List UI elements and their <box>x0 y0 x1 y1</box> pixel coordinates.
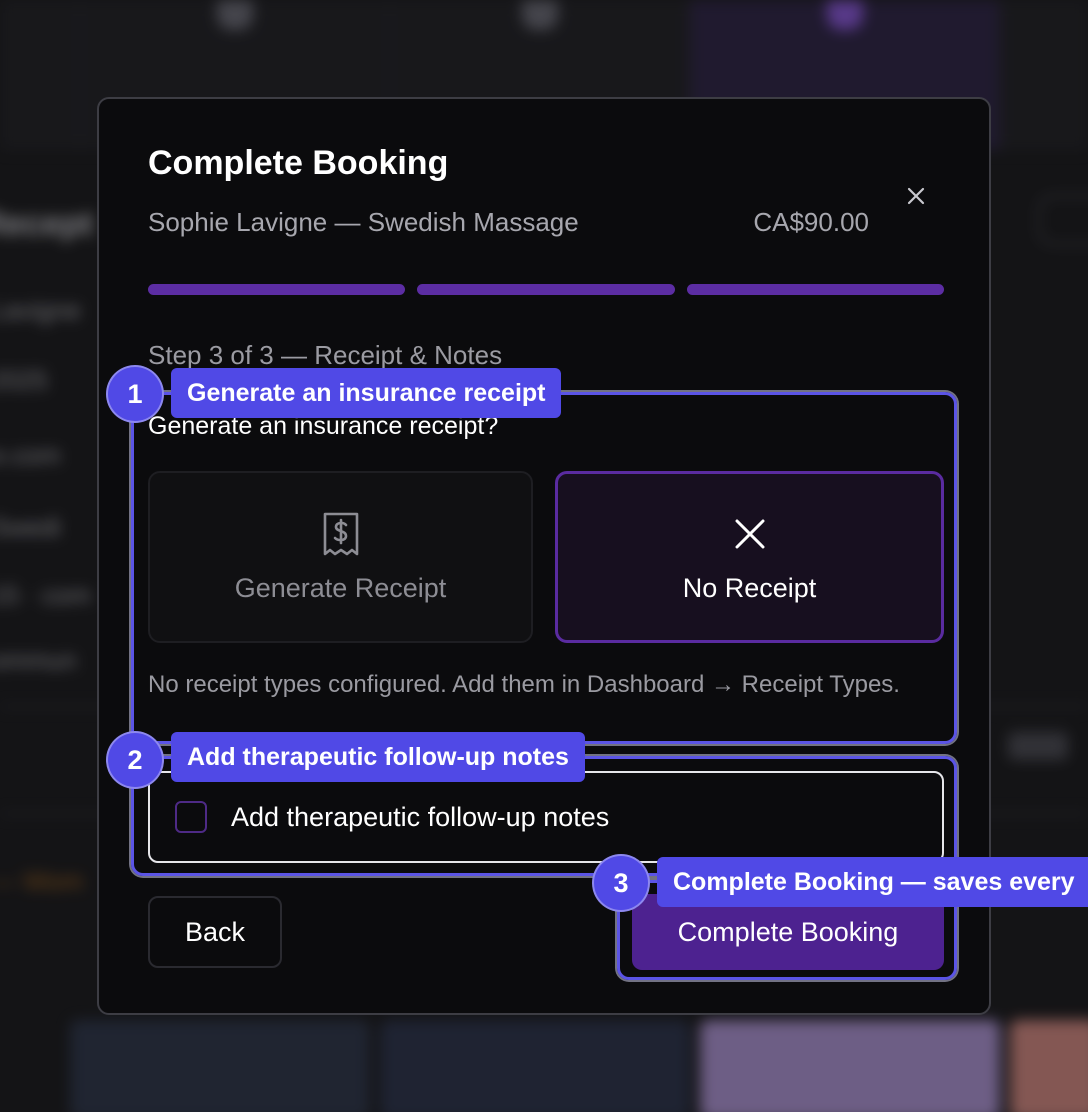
background-card <box>700 1020 1000 1112</box>
background-text: Swedi <box>0 512 61 542</box>
annotation-badge-1: 1 <box>106 365 164 423</box>
annotation-callout-3: Complete Booking — saves every <box>657 857 1088 907</box>
background-text: — Wom <box>0 866 84 896</box>
booking-client-service: Sophie Lavigne — Swedish Massage <box>148 207 579 237</box>
followup-notes-checkbox[interactable] <box>175 801 207 833</box>
generate-receipt-label: Generate Receipt <box>234 572 447 603</box>
background-pill <box>1038 195 1088 245</box>
background-text: 15 · com <box>0 580 92 610</box>
background-card <box>1010 1020 1088 1112</box>
back-button[interactable]: Back <box>148 896 282 968</box>
background-heading: Recept <box>0 205 94 243</box>
step-progress-bar <box>148 284 944 295</box>
close-icon <box>907 187 925 205</box>
background-text: ommun <box>0 645 77 675</box>
booking-price: CA$90.00 <box>753 207 869 237</box>
progress-segment <box>417 284 675 295</box>
no-receipt-option[interactable]: No Receipt <box>555 471 944 643</box>
x-icon <box>735 519 764 548</box>
annotation-badge-2: 2 <box>106 731 164 789</box>
background-card <box>70 1020 370 1112</box>
annotation-badge-3: 3 <box>592 854 650 912</box>
close-button[interactable] <box>901 181 931 211</box>
progress-segment <box>686 284 944 295</box>
background-text: e.com <box>0 440 61 470</box>
progress-segment <box>148 284 406 295</box>
generate-receipt-option[interactable]: Generate Receipt <box>148 471 533 643</box>
background-nav-cell <box>0 0 80 150</box>
followup-notes-toggle[interactable]: Add therapeutic follow-up notes <box>148 771 944 863</box>
step-label: Step 3 of 3 — Receipt & Notes <box>148 340 503 370</box>
receipt-dollar-icon <box>323 512 358 555</box>
background-chip <box>1008 732 1068 760</box>
background-card <box>380 1020 690 1112</box>
annotation-callout-2: Add therapeutic follow-up notes <box>171 732 585 782</box>
no-receipt-label: No Receipt <box>682 572 817 603</box>
background-text: Lavigne <box>0 295 82 325</box>
receipt-types-hint: No receipt types configured. Add them in… <box>148 671 900 698</box>
annotation-callout-1: Generate an insurance receipt <box>171 368 562 418</box>
followup-notes-label: Add therapeutic follow-up notes <box>231 801 610 832</box>
background-text: 2025 <box>0 365 48 395</box>
modal-title: Complete Booking <box>148 144 449 182</box>
